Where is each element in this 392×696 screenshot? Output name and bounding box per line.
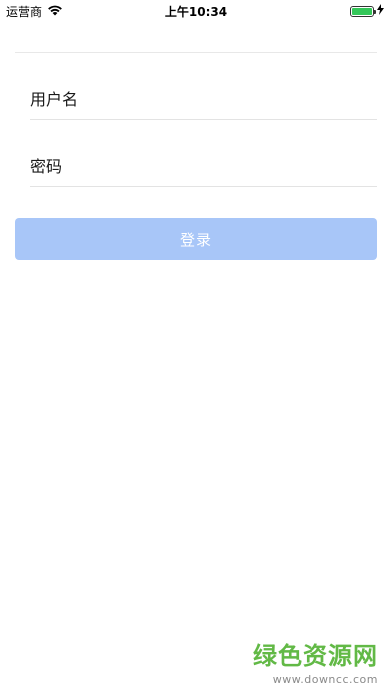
username-field[interactable] — [30, 80, 377, 120]
watermark-url: www.downcc.com — [272, 673, 378, 686]
status-bar: 运营商 上午10:34 — [0, 0, 392, 22]
login-button[interactable]: 登录 — [15, 218, 377, 260]
battery-icon — [350, 5, 376, 17]
top-divider — [15, 52, 377, 53]
username-input[interactable] — [30, 80, 377, 119]
battery-fill — [352, 7, 372, 15]
password-field[interactable] — [30, 147, 377, 187]
status-right — [350, 4, 384, 18]
password-input[interactable] — [30, 147, 377, 186]
charging-bolt-icon — [377, 4, 384, 18]
carrier-label: 运营商 — [6, 4, 43, 19]
watermark-title: 绿色资源网 — [253, 642, 378, 670]
watermark: 绿色资源网 www.downcc.com — [253, 636, 378, 686]
status-left: 运营商 — [6, 3, 63, 20]
wifi-icon — [47, 4, 63, 19]
